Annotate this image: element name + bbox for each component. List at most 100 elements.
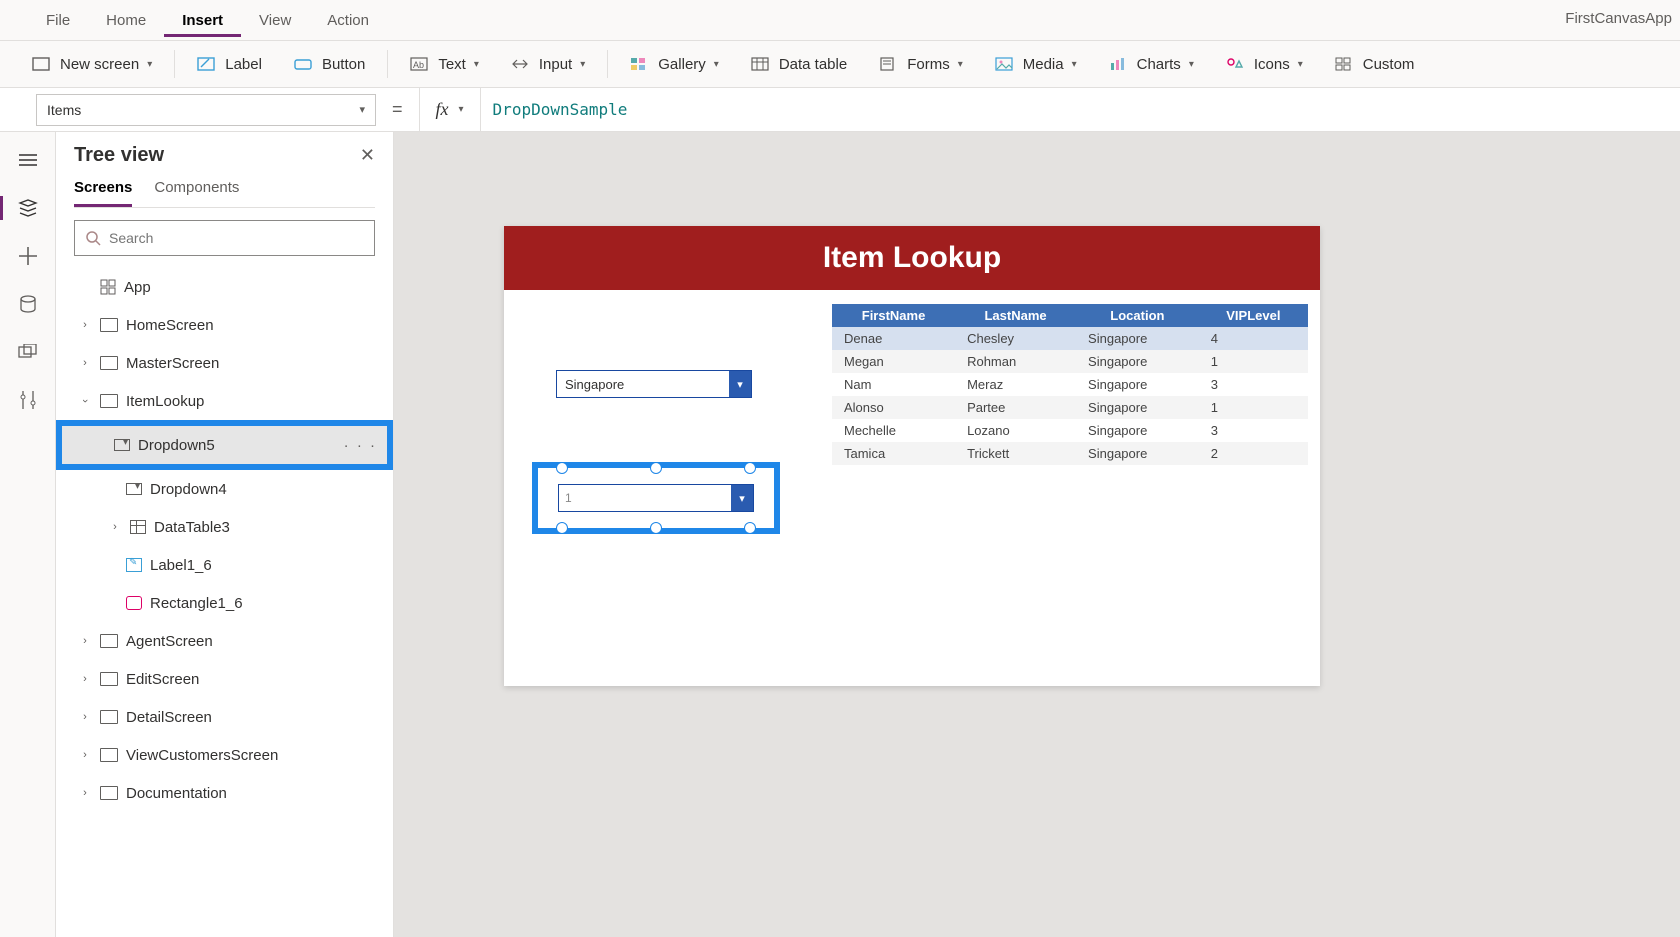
table-row[interactable]: MechelleLozanoSingapore3 <box>832 419 1308 442</box>
close-icon[interactable]: ✕ <box>360 145 375 166</box>
table-header[interactable]: LastName <box>955 304 1076 327</box>
chevron-down-icon: ▾ <box>1298 59 1303 70</box>
chevron-down-icon: ▾ <box>1072 59 1077 70</box>
table-row[interactable]: DenaeChesleySingapore4 <box>832 327 1308 350</box>
table-header[interactable]: FirstName <box>832 304 955 327</box>
table-cell: 3 <box>1199 419 1308 442</box>
media-label: Media <box>1023 56 1064 73</box>
resize-handle[interactable] <box>556 522 568 534</box>
data-icon[interactable] <box>16 292 40 316</box>
tree-node-agentscreen[interactable]: ›AgentScreen <box>74 622 375 660</box>
table-header[interactable]: Location <box>1076 304 1199 327</box>
menu-bar: File Home Insert View Action FirstCanvas… <box>0 0 1680 40</box>
tree-node-editscreen[interactable]: ›EditScreen <box>74 660 375 698</box>
screen-icon <box>100 710 118 724</box>
formula-bar: Items ▾ = fx ▾ DropDownSample <box>0 88 1680 132</box>
tree-node-homescreen[interactable]: ›HomeScreen <box>74 306 375 344</box>
icons-icon <box>1226 55 1244 73</box>
property-label: Items <box>47 102 81 118</box>
menu-action[interactable]: Action <box>309 4 387 37</box>
app-preview[interactable]: Item Lookup Singapore ▾ 1 ▾ FirstNameLas… <box>504 226 1320 686</box>
chevron-down-icon: ▾ <box>147 59 152 70</box>
media-button[interactable]: Media ▾ <box>981 48 1091 80</box>
chevron-down-icon[interactable]: ▾ <box>729 371 751 397</box>
dropdown5-control[interactable]: 1 ▾ <box>558 484 754 512</box>
data-table[interactable]: FirstNameLastNameLocationVIPLevel DenaeC… <box>832 304 1308 465</box>
menu-view[interactable]: View <box>241 4 309 37</box>
tree-node-masterscreen[interactable]: ›MasterScreen <box>74 344 375 382</box>
chevron-down-icon: ▾ <box>958 59 963 70</box>
advanced-tools-icon[interactable] <box>16 388 40 412</box>
dropdown5-selection[interactable]: 1 ▾ <box>532 462 780 534</box>
menu-file[interactable]: File <box>28 4 88 37</box>
separator <box>387 50 388 78</box>
chevron-down-icon[interactable]: ▾ <box>731 485 753 511</box>
tree-node-dropdown5[interactable]: Dropdown5 · · · <box>62 426 387 464</box>
tree-node-app[interactable]: App <box>74 268 375 306</box>
resize-handle[interactable] <box>744 462 756 474</box>
resize-handle[interactable] <box>650 462 662 474</box>
resize-handle[interactable] <box>744 522 756 534</box>
table-header[interactable]: VIPLevel <box>1199 304 1308 327</box>
table-cell: Meraz <box>955 373 1076 396</box>
dropdown4-control[interactable]: Singapore ▾ <box>556 370 752 398</box>
tree-label: MasterScreen <box>126 355 219 372</box>
tree-node-documentation[interactable]: ›Documentation <box>74 774 375 812</box>
data-table-button[interactable]: Data table <box>737 48 861 80</box>
table-row[interactable]: TamicaTrickettSingapore2 <box>832 442 1308 465</box>
search-icon <box>85 230 101 246</box>
text-button[interactable]: Ab Text ▾ <box>396 48 493 80</box>
table-row[interactable]: AlonsoParteeSingapore1 <box>832 396 1308 419</box>
hamburger-icon[interactable] <box>16 148 40 172</box>
menu-home[interactable]: Home <box>88 4 164 37</box>
tree-label: Documentation <box>126 785 227 802</box>
tree-node-detailscreen[interactable]: ›DetailScreen <box>74 698 375 736</box>
tree-search[interactable] <box>74 220 375 256</box>
tab-components[interactable]: Components <box>154 179 239 207</box>
input-button[interactable]: Input ▾ <box>497 48 599 80</box>
tree-node-dropdown4[interactable]: Dropdown4 <box>74 470 375 508</box>
charts-button[interactable]: Charts ▾ <box>1095 48 1208 80</box>
design-canvas[interactable]: ↖ Item Lookup Singapore ▾ 1 ▾ First <box>394 132 1680 937</box>
app-header: Item Lookup <box>504 226 1320 290</box>
more-icon[interactable]: · · · <box>344 437 377 454</box>
fx-button[interactable]: fx ▾ <box>419 88 481 132</box>
search-input[interactable] <box>109 230 364 246</box>
table-cell: Trickett <box>955 442 1076 465</box>
tree-node-viewcustomersscreen[interactable]: ›ViewCustomersScreen <box>74 736 375 774</box>
tree-node-rectangle1-6[interactable]: Rectangle1_6 <box>74 584 375 622</box>
media-rail-icon[interactable] <box>16 340 40 364</box>
tab-screens[interactable]: Screens <box>74 179 132 207</box>
label-button[interactable]: Label <box>183 48 276 80</box>
insert-icon[interactable] <box>16 244 40 268</box>
table-cell: Singapore <box>1076 442 1199 465</box>
forms-button[interactable]: Forms ▾ <box>865 48 977 80</box>
fx-icon: fx <box>436 99 449 120</box>
table-cell: 1 <box>1199 350 1308 373</box>
gallery-button[interactable]: Gallery ▾ <box>616 48 733 80</box>
screen-icon <box>100 672 118 686</box>
chevron-down-icon: ▾ <box>1189 59 1194 70</box>
table-cell: Alonso <box>832 396 955 419</box>
tree-node-datatable3[interactable]: ›DataTable3 <box>74 508 375 546</box>
menu-insert[interactable]: Insert <box>164 4 241 37</box>
button-button[interactable]: Button <box>280 48 379 80</box>
tree-node-itemlookup[interactable]: ›ItemLookup <box>74 382 375 420</box>
custom-button[interactable]: Custom <box>1321 48 1429 80</box>
table-cell: Singapore <box>1076 327 1199 350</box>
new-screen-label: New screen <box>60 56 139 73</box>
rectangle-icon <box>126 596 142 610</box>
tree-view-icon[interactable] <box>16 196 40 220</box>
table-row[interactable]: NamMerazSingapore3 <box>832 373 1308 396</box>
tree-node-label1-6[interactable]: Label1_6 <box>74 546 375 584</box>
formula-input[interactable]: DropDownSample <box>481 100 640 119</box>
resize-handle[interactable] <box>650 522 662 534</box>
charts-label: Charts <box>1137 56 1181 73</box>
table-cell: Chesley <box>955 327 1076 350</box>
resize-handle[interactable] <box>556 462 568 474</box>
new-screen-button[interactable]: New screen ▾ <box>18 48 166 80</box>
property-selector[interactable]: Items ▾ <box>36 94 376 126</box>
table-row[interactable]: MeganRohmanSingapore1 <box>832 350 1308 373</box>
text-icon: Ab <box>410 55 428 73</box>
icons-button[interactable]: Icons ▾ <box>1212 48 1317 80</box>
